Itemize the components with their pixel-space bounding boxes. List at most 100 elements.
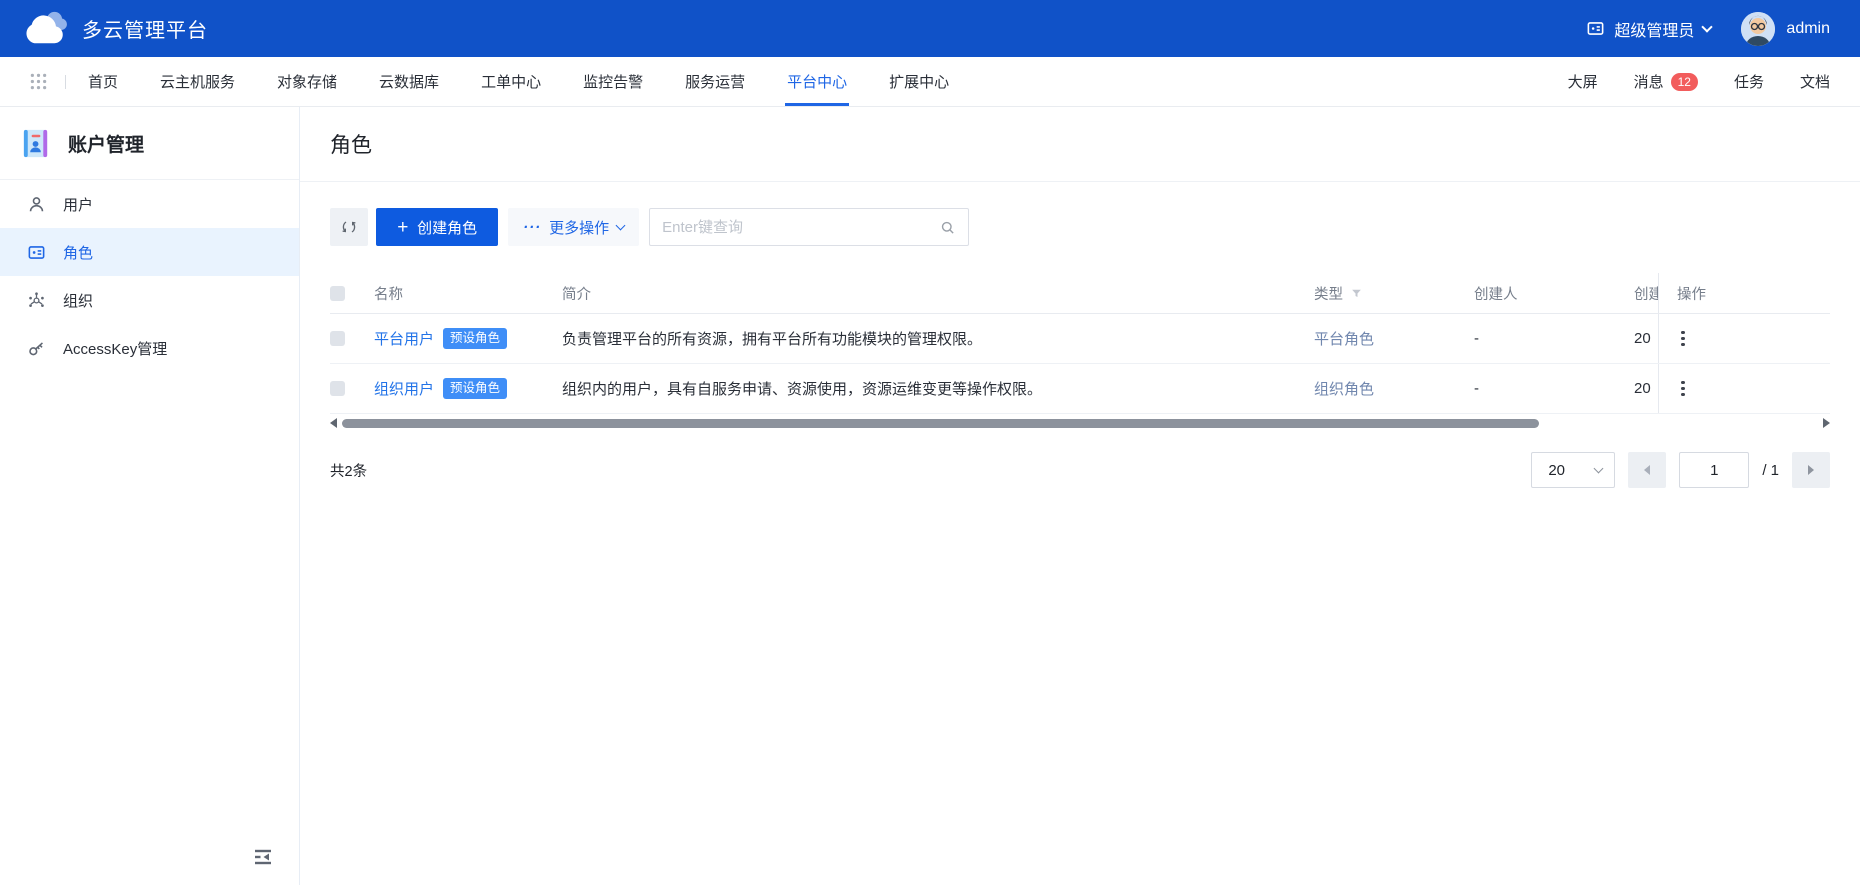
nav-item-object-storage[interactable]: 对象存储	[277, 57, 337, 106]
nav-item-monitoring[interactable]: 监控告警	[583, 57, 643, 106]
row-actions-menu-icon[interactable]	[1677, 377, 1689, 401]
column-header-type: 类型	[1314, 273, 1474, 313]
next-page-button[interactable]	[1792, 452, 1830, 488]
table-header-row: 名称 简介 类型 创建人 创建时间 操作	[330, 273, 1830, 314]
page-total: / 1	[1762, 462, 1779, 479]
navbar: 首页 云主机服务 对象存储 云数据库 工单中心 监控告警 服务运营 平台中心 扩…	[0, 57, 1860, 107]
account-book-icon	[20, 127, 53, 160]
total-count: 共2条	[330, 460, 367, 481]
sidebar-item-label: AccessKey管理	[63, 338, 167, 359]
role-name-link[interactable]: 组织用户	[374, 378, 434, 399]
table-row: 组织用户 预设角色 组织内的用户，具有自服务申请、资源使用，资源运维变更等操作权…	[330, 364, 1830, 414]
column-header-created: 创建时间	[1634, 273, 1658, 313]
nav-item-cloud-host[interactable]: 云主机服务	[160, 57, 235, 106]
app-launcher-icon[interactable]	[30, 73, 47, 90]
more-dots-icon	[523, 219, 541, 236]
role-creator: -	[1474, 314, 1634, 363]
column-header-name: 名称	[374, 273, 562, 313]
page-size-select[interactable]: 20	[1531, 452, 1615, 488]
nav-item-messages[interactable]: 消息 12	[1634, 71, 1698, 92]
scrollbar-track[interactable]	[341, 419, 1819, 428]
chevron-down-icon	[616, 221, 626, 231]
app-title: 多云管理平台	[82, 14, 208, 43]
nav-item-extension-center[interactable]: 扩展中心	[889, 57, 949, 106]
type-header-label: 类型	[1314, 283, 1343, 304]
role-created-time: 20	[1634, 364, 1658, 413]
nav-item-platform-center[interactable]: 平台中心	[787, 57, 847, 106]
sidebar-item-roles[interactable]: 角色	[0, 228, 299, 276]
cloud-logo-icon	[22, 9, 68, 49]
scrollbar-thumb[interactable]	[342, 419, 1539, 428]
nav-item-docs[interactable]: 文档	[1800, 71, 1830, 92]
refresh-button[interactable]	[330, 208, 368, 246]
page-number-input[interactable]	[1679, 452, 1749, 488]
sidebar-item-label: 组织	[63, 290, 93, 311]
search-input[interactable]	[662, 219, 939, 236]
chevron-down-icon	[1702, 21, 1713, 32]
table-footer: 共2条 20 / 1	[330, 452, 1830, 488]
row-actions-menu-icon[interactable]	[1677, 327, 1689, 351]
messages-label: 消息	[1634, 71, 1664, 92]
nav-item-service-ops[interactable]: 服务运营	[685, 57, 745, 106]
more-actions-label: 更多操作	[549, 217, 609, 238]
pagination: 20 / 1	[1531, 452, 1830, 488]
username[interactable]: admin	[1786, 20, 1830, 38]
message-count-badge: 12	[1671, 73, 1698, 91]
nav-item-cloud-db[interactable]: 云数据库	[379, 57, 439, 106]
role-badge-icon	[1586, 19, 1605, 38]
sidebar-header: 账户管理	[0, 107, 299, 180]
search-icon[interactable]	[939, 219, 956, 236]
role-type: 平台角色	[1314, 328, 1374, 349]
search-box	[649, 208, 969, 246]
topbar: 多云管理平台 超级管理员 adm	[0, 0, 1860, 57]
plus-icon	[397, 218, 408, 237]
create-role-button[interactable]: 创建角色	[376, 208, 498, 246]
sidebar-item-organization[interactable]: 组织	[0, 276, 299, 324]
row-checkbox[interactable]	[330, 381, 345, 396]
nav-item-dashboard-screen[interactable]: 大屏	[1568, 71, 1598, 92]
refresh-icon	[341, 219, 357, 235]
preset-role-tag: 预设角色	[443, 328, 507, 349]
create-role-label: 创建角色	[417, 217, 477, 238]
role-created-time: 20	[1634, 314, 1658, 363]
sidebar-item-label: 用户	[63, 194, 93, 215]
prev-page-button[interactable]	[1628, 452, 1666, 488]
column-header-ops: 操作	[1658, 273, 1830, 313]
row-checkbox[interactable]	[330, 331, 345, 346]
nav-item-ticket-center[interactable]: 工单中心	[481, 57, 541, 106]
role-switcher-label: 超级管理员	[1614, 17, 1694, 41]
avatar[interactable]	[1741, 12, 1775, 46]
sidebar: 账户管理 用户 角色	[0, 107, 300, 885]
prev-arrow-icon	[1644, 465, 1650, 475]
sidebar-item-accesskey[interactable]: AccessKey管理	[0, 324, 299, 372]
table-row: 平台用户 预设角色 负责管理平台的所有资源，拥有平台所有功能模块的管理权限。 平…	[330, 314, 1830, 364]
sidebar-collapse-icon[interactable]	[251, 845, 275, 869]
user-icon	[27, 195, 46, 214]
sidebar-item-label: 角色	[63, 242, 93, 263]
page-title: 角色	[330, 129, 372, 159]
role-switcher[interactable]: 超级管理员	[1586, 17, 1711, 41]
divider	[65, 75, 66, 89]
horizontal-scrollbar	[330, 417, 1830, 429]
select-all-checkbox[interactable]	[330, 286, 345, 301]
role-desc: 组织内的用户，具有自服务申请、资源使用，资源运维变更等操作权限。	[562, 364, 1314, 413]
role-desc: 负责管理平台的所有资源，拥有平台所有功能模块的管理权限。	[562, 314, 1314, 363]
chevron-down-icon	[1594, 464, 1604, 474]
nav-item-tasks[interactable]: 任务	[1734, 71, 1764, 92]
role-name-link[interactable]: 平台用户	[374, 328, 434, 349]
key-icon	[27, 339, 46, 358]
role-creator: -	[1474, 364, 1634, 413]
nav-item-home[interactable]: 首页	[88, 57, 118, 106]
more-actions-button[interactable]: 更多操作	[508, 208, 639, 246]
id-card-icon	[27, 243, 46, 262]
page-header: 角色	[300, 107, 1860, 182]
roles-table: 名称 简介 类型 创建人 创建时间 操作	[330, 273, 1830, 414]
scroll-right-arrow[interactable]	[1823, 418, 1830, 428]
next-arrow-icon	[1808, 465, 1814, 475]
page-size-value: 20	[1548, 462, 1565, 479]
scroll-left-arrow[interactable]	[330, 418, 337, 428]
sidebar-item-users[interactable]: 用户	[0, 180, 299, 228]
column-header-creator: 创建人	[1474, 273, 1634, 313]
org-icon	[27, 291, 46, 310]
filter-icon[interactable]	[1350, 287, 1363, 300]
